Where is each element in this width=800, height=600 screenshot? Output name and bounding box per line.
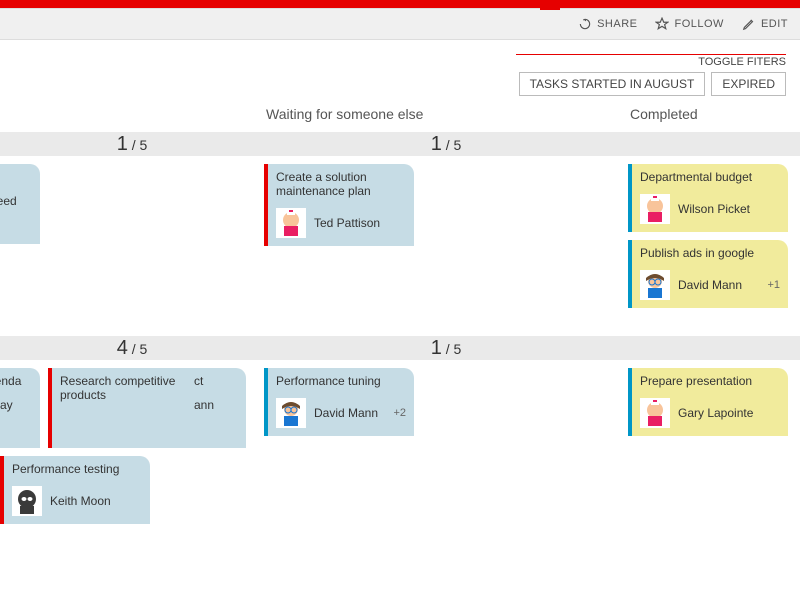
task-card[interactable]: Publish ads in google David Mann +1 — [628, 240, 788, 308]
task-assignee: liday — [0, 398, 13, 412]
task-card[interactable]: Create a solution maintenance plan Ted P… — [264, 164, 414, 246]
task-card[interactable]: ct ann — [186, 368, 246, 448]
swimlane-2-count-1: 4 / 5 — [0, 337, 264, 360]
swimlane-2-count-2: 1 / 5 — [264, 337, 628, 360]
task-title: Publish ads in google — [640, 246, 780, 260]
share-button[interactable]: SHARE — [578, 17, 637, 31]
task-assignee: Keith Moon — [50, 494, 111, 508]
follow-button[interactable]: FOLLOW — [655, 17, 723, 31]
task-assignee: ann — [194, 398, 214, 412]
task-assignee: David Mann — [678, 278, 742, 292]
task-assignee: David Mann — [314, 406, 378, 420]
pencil-icon — [742, 17, 756, 31]
filter-august-button[interactable]: TASKS STARTED IN AUGUST — [519, 72, 706, 96]
edit-button[interactable]: EDIT — [742, 17, 788, 31]
follow-label: FOLLOW — [674, 18, 723, 30]
column-header-completed: Completed — [628, 102, 800, 132]
swimlane-2-summary: 4 / 5 1 / 5 — [0, 336, 800, 360]
task-title: Create a solution maintenance plan — [276, 170, 406, 198]
task-card[interactable]: Departmental budget Wilson Picket — [628, 164, 788, 232]
filter-expired-button[interactable]: EXPIRED — [711, 72, 786, 96]
task-card[interactable]: nt Reed — [0, 164, 40, 244]
task-assignee: Reed — [0, 194, 17, 208]
column-header-1 — [0, 102, 264, 132]
column-header-waiting: Waiting for someone else — [264, 102, 628, 132]
task-title: Departmental budget — [640, 170, 780, 184]
action-toolbar: SHARE FOLLOW EDIT — [0, 8, 800, 40]
task-title: Performance tuning — [276, 374, 406, 388]
avatar-icon — [12, 486, 42, 516]
task-title: nt — [0, 170, 32, 184]
avatar-icon — [276, 208, 306, 238]
toggle-filters-link[interactable]: TOGGLE FITERS — [516, 54, 786, 68]
swimlane-1-count-2: 1 / 5 — [264, 133, 628, 156]
task-card[interactable]: genda liday — [0, 368, 40, 448]
edit-label: EDIT — [761, 18, 788, 30]
task-title: genda — [0, 374, 32, 388]
avatar-icon — [640, 194, 670, 224]
filter-area: TOGGLE FITERS TASKS STARTED IN AUGUST EX… — [0, 40, 800, 102]
top-red-bar — [0, 0, 800, 8]
share-icon — [578, 17, 592, 31]
task-card[interactable]: Research competitive products — [48, 368, 198, 448]
avatar-icon — [640, 270, 670, 300]
star-icon — [655, 17, 669, 31]
task-assignee: Wilson Picket — [678, 202, 750, 216]
kanban-board: Waiting for someone else Completed 1 / 5… — [0, 102, 800, 540]
avatar-icon — [276, 398, 306, 428]
share-label: SHARE — [597, 18, 637, 30]
task-title: Prepare presentation — [640, 374, 780, 388]
swimlane-2: genda liday Research competitive product… — [0, 360, 800, 540]
task-assignee: Gary Lapointe — [678, 406, 753, 420]
swimlane-1-count-1: 1 / 5 — [0, 133, 264, 156]
task-card[interactable]: Prepare presentation Gary Lapointe — [628, 368, 788, 436]
swimlane-1: nt Reed Create a solution maintenance pl… — [0, 156, 800, 336]
task-title: Research competitive products — [60, 374, 190, 402]
avatar-icon — [640, 398, 670, 428]
swimlane-1-summary: 1 / 5 1 / 5 — [0, 132, 800, 156]
extra-count: +1 — [767, 279, 780, 291]
extra-count: +2 — [393, 407, 406, 419]
task-card[interactable]: Performance tuning David Mann +2 — [264, 368, 414, 436]
task-card[interactable]: Performance testing Keith Moon — [0, 456, 150, 524]
task-title: Performance testing — [12, 462, 142, 476]
task-title: ct — [194, 374, 238, 388]
task-assignee: Ted Pattison — [314, 216, 380, 230]
